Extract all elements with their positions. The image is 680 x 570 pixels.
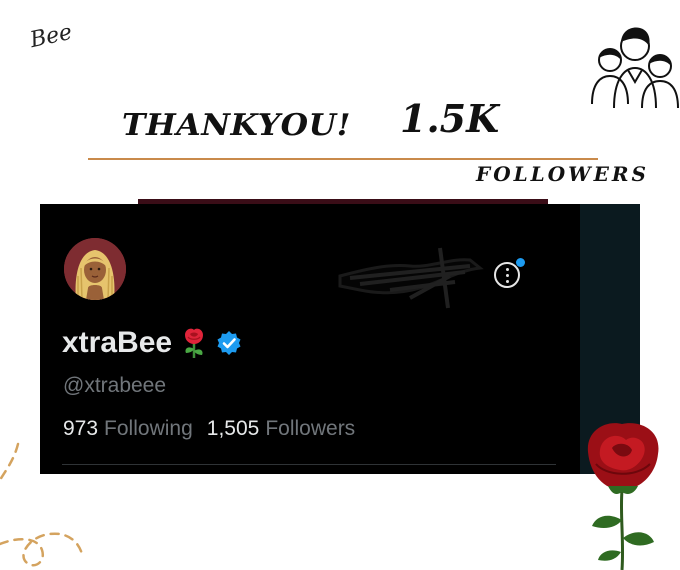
divider-line	[88, 158, 598, 160]
avatar[interactable]	[64, 238, 126, 300]
display-name: xtraBee	[62, 326, 173, 359]
user-handle: @xtrabeee	[63, 374, 167, 397]
more-options-icon[interactable]	[494, 262, 520, 288]
name-row: xtraBee	[62, 326, 242, 360]
verified-badge-icon	[217, 331, 241, 355]
notification-dot	[516, 258, 525, 267]
dashed-swirl-decoration	[0, 442, 84, 567]
following-label[interactable]: Following	[104, 417, 193, 441]
followers-heading: FOLLOWERS	[476, 162, 649, 186]
thank-you-heading: THANKYOU!	[122, 108, 351, 143]
card-divider	[62, 464, 556, 465]
follow-stats: 973 Following 1,505 Followers	[63, 417, 363, 441]
rose-decoration	[587, 423, 659, 570]
people-group-icon	[591, 27, 679, 109]
redaction-scribble	[338, 247, 484, 309]
follower-milestone: 1.5K	[400, 96, 500, 141]
signature: Bee	[27, 19, 75, 54]
rose-emoji	[185, 328, 204, 358]
followers-label[interactable]: Followers	[265, 417, 355, 441]
followers-count[interactable]: 1,505	[207, 417, 260, 441]
